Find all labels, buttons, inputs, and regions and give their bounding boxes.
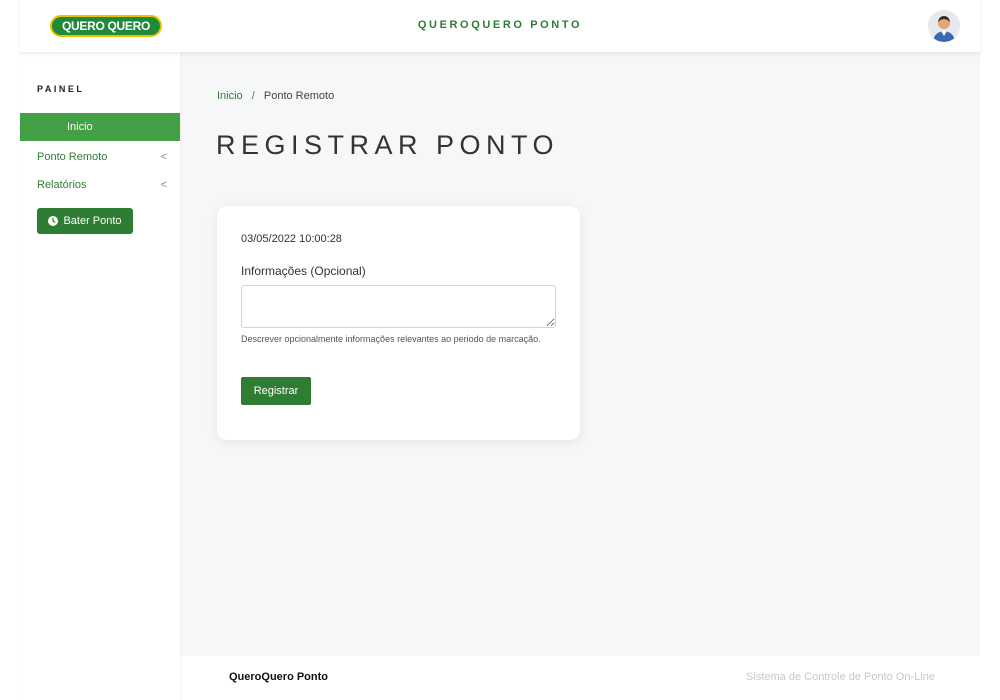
bater-ponto-label: Bater Ponto (63, 215, 122, 227)
breadcrumb-separator: / (251, 90, 255, 102)
info-field-label: Informações (Opcional) (241, 264, 366, 278)
sidebar: PAINEL Inicio Ponto Remoto < Relatórios … (20, 52, 180, 700)
page-title: REGISTRAR PONTO (216, 130, 560, 160)
sidebar-item-label: Ponto Remoto (37, 151, 108, 163)
breadcrumb-home-link[interactable]: Inicio (217, 90, 243, 102)
footer-tagline: Sistema de Controle de Ponto On-Line (746, 671, 935, 683)
current-datetime: 03/05/2022 10:00:28 (241, 233, 342, 245)
registrar-button[interactable]: Registrar (241, 377, 311, 405)
chevron-left-icon: < (160, 151, 167, 163)
sidebar-item-relatorios[interactable]: Relatórios < (37, 175, 167, 195)
bater-ponto-button[interactable]: Bater Ponto (37, 208, 133, 234)
app-brand-title: QUEROQUERO PONTO (417, 19, 583, 31)
chevron-left-icon: < (160, 179, 167, 191)
info-help-text: Descrever opcionalmente informações rele… (241, 334, 541, 344)
clock-icon (48, 216, 59, 226)
info-textarea[interactable] (241, 285, 556, 328)
avatar[interactable] (928, 10, 960, 42)
register-card: 03/05/2022 10:00:28 Informações (Opciona… (217, 206, 580, 440)
sidebar-item-label: Relatórios (37, 179, 87, 191)
sidebar-item-inicio[interactable]: Inicio (20, 113, 180, 141)
sidebar-item-label: Inicio (67, 121, 93, 133)
top-bar: QUERO QUERO QUEROQUERO PONTO (20, 0, 980, 52)
breadcrumb: Inicio / Ponto Remoto (217, 90, 334, 102)
main-content: Inicio / Ponto Remoto REGISTRAR PONTO 03… (180, 52, 980, 656)
sidebar-heading: PAINEL (37, 84, 85, 94)
footer: QueroQuero Ponto Sistema de Controle de … (180, 656, 980, 700)
breadcrumb-current: Ponto Remoto (263, 90, 335, 102)
sidebar-item-ponto-remoto[interactable]: Ponto Remoto < (37, 147, 167, 167)
app-window: QUERO QUERO QUEROQUERO PONTO PAINEL Inic… (0, 0, 1000, 700)
user-avatar-icon (928, 10, 960, 42)
footer-app-name: QueroQuero Ponto (229, 671, 328, 683)
